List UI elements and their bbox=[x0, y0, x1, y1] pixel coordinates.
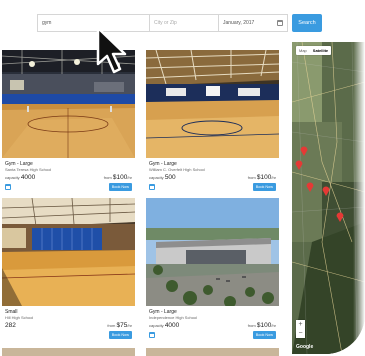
map-type-toggle: Map Satellite bbox=[296, 46, 332, 55]
venue-capacity: capacity 4000 bbox=[149, 322, 180, 329]
venue-school: Hill High School bbox=[5, 315, 34, 320]
search-button[interactable]: Search bbox=[292, 14, 322, 32]
city-field[interactable] bbox=[149, 14, 219, 32]
book-now-button[interactable]: Book Now bbox=[252, 331, 276, 339]
venue-card-peek bbox=[146, 348, 279, 356]
book-now-button[interactable]: Book Now bbox=[252, 183, 276, 191]
venue-photo[interactable] bbox=[146, 50, 279, 158]
venue-school: Santa Teresa High School bbox=[5, 167, 52, 172]
city-input[interactable] bbox=[154, 20, 214, 26]
book-now-button[interactable]: Book Now bbox=[108, 183, 132, 191]
date-field[interactable]: January, 2017 bbox=[218, 14, 288, 32]
search-bar: January, 2017 Search bbox=[37, 14, 322, 32]
calendar-icon[interactable] bbox=[5, 184, 11, 190]
venue-school: Independence High School bbox=[149, 315, 198, 320]
calendar-icon[interactable] bbox=[149, 184, 155, 190]
venue-card[interactable]: Gym - Large William C. Overfelt High Sch… bbox=[146, 50, 279, 195]
book-now-button[interactable]: Book Now bbox=[108, 331, 132, 339]
venue-price: from $100/hr bbox=[247, 322, 276, 329]
keyword-field[interactable] bbox=[37, 14, 150, 32]
map-panel[interactable]: Map Satellite + − Google bbox=[292, 42, 365, 354]
venue-price: from $100/hr bbox=[103, 174, 132, 181]
calendar-icon[interactable] bbox=[277, 20, 283, 26]
map-pin-icon[interactable] bbox=[300, 146, 308, 156]
venue-capacity: capacity 4000 bbox=[5, 174, 36, 181]
venue-capacity: capacity 500 bbox=[149, 174, 176, 181]
venue-card[interactable]: Gym - Large Independence High School cap… bbox=[146, 198, 279, 345]
zoom-control: + − bbox=[296, 320, 305, 338]
map-tab-satellite[interactable]: Satellite bbox=[310, 46, 331, 55]
zoom-in-button[interactable]: + bbox=[296, 320, 305, 329]
map-pin-icon[interactable] bbox=[306, 182, 314, 192]
venue-price: from $75/hr bbox=[107, 322, 132, 329]
venue-school: William C. Overfelt High School bbox=[149, 167, 205, 172]
zoom-out-button[interactable]: − bbox=[296, 329, 305, 338]
map-tab-map[interactable]: Map bbox=[296, 46, 310, 55]
venue-photo[interactable] bbox=[146, 198, 279, 306]
cursor-arrow-icon bbox=[96, 26, 127, 74]
map-pin-icon[interactable] bbox=[322, 186, 330, 196]
venue-card-peek bbox=[2, 348, 135, 356]
venue-price: from $100/hr bbox=[247, 174, 276, 181]
map-attribution: Google bbox=[296, 344, 314, 350]
date-value: January, 2017 bbox=[223, 20, 255, 26]
map-pin-icon[interactable] bbox=[336, 212, 344, 222]
venue-photo[interactable] bbox=[2, 198, 135, 306]
venue-capacity: 282 bbox=[5, 322, 16, 329]
venue-card[interactable]: Small Hill High School 282 from $75/hr B… bbox=[2, 198, 135, 345]
map-pin-icon[interactable] bbox=[295, 160, 303, 170]
calendar-icon[interactable] bbox=[149, 332, 155, 338]
